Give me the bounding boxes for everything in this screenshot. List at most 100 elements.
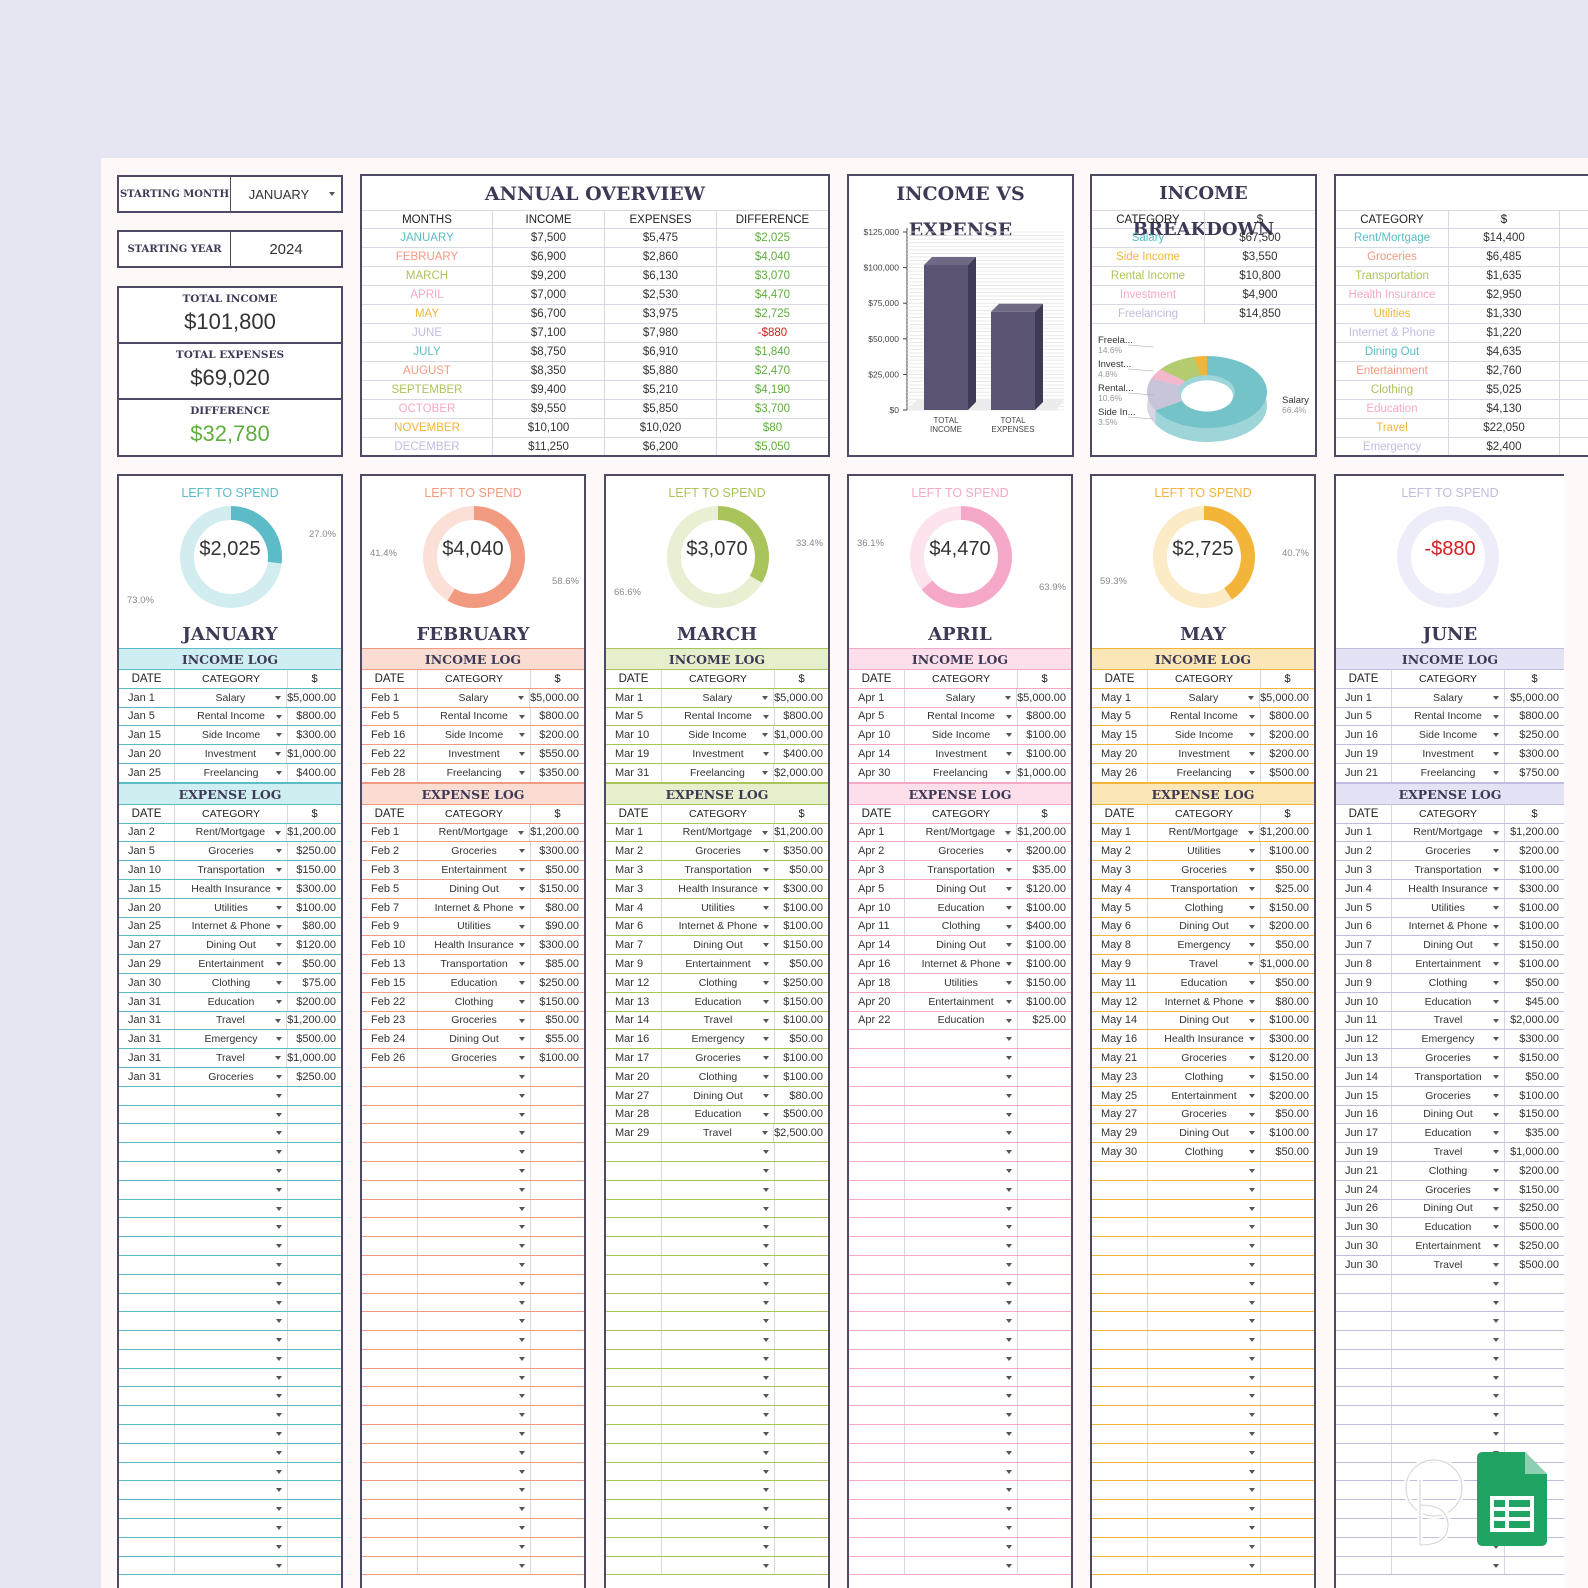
log-row[interactable] (119, 1180, 341, 1200)
log-amount[interactable] (1261, 1275, 1314, 1293)
log-date[interactable] (119, 1218, 175, 1237)
log-date[interactable]: Apr 5 (849, 707, 905, 726)
log-category-dropdown[interactable]: Internet & Phone (418, 898, 531, 917)
log-date[interactable]: Feb 2 (362, 842, 418, 861)
log-row[interactable]: Jun 3 Transportation $100.00 (1336, 861, 1564, 880)
log-category-dropdown[interactable]: Entertainment (175, 955, 288, 973)
log-row[interactable]: Apr 16 Internet & Phone $100.00 (849, 955, 1071, 974)
log-row[interactable]: Feb 5 Rental Income $800.00 (362, 707, 584, 727)
log-date[interactable]: Feb 16 (362, 726, 418, 745)
log-row[interactable]: May 8 Emergency $50.00 (1092, 936, 1314, 956)
log-category-dropdown[interactable] (905, 1143, 1018, 1161)
log-category-dropdown[interactable]: Investment (1148, 745, 1261, 763)
log-date[interactable] (362, 1237, 418, 1255)
log-date[interactable]: May 8 (1092, 936, 1148, 955)
log-date[interactable] (849, 1049, 905, 1067)
log-category-dropdown[interactable]: Rent/Mortgage (905, 823, 1018, 842)
log-date[interactable] (849, 1143, 905, 1161)
log-amount[interactable] (1018, 1500, 1071, 1518)
log-category-dropdown[interactable] (175, 1143, 288, 1161)
log-amount[interactable]: $80.00 (531, 899, 584, 917)
log-row[interactable] (1092, 1500, 1314, 1520)
log-amount[interactable]: $1,200.00 (1017, 824, 1071, 842)
log-row[interactable] (849, 1086, 1071, 1106)
log-row[interactable]: May 3 Groceries $50.00 (1092, 861, 1314, 880)
log-amount[interactable]: $35.00 (1018, 861, 1071, 879)
log-amount[interactable]: $100.00 (775, 899, 828, 917)
log-date[interactable]: Jun 5 (1336, 707, 1392, 726)
log-row[interactable] (849, 1255, 1071, 1275)
log-amount[interactable] (1505, 1350, 1564, 1368)
log-category-dropdown[interactable] (175, 1331, 288, 1349)
log-amount[interactable]: $350.00 (531, 764, 584, 782)
log-date[interactable]: Feb 9 (362, 917, 418, 936)
log-row[interactable] (1336, 1368, 1564, 1388)
log-date[interactable] (606, 1537, 662, 1556)
log-amount[interactable]: $150.00 (531, 880, 584, 898)
log-category-dropdown[interactable]: Side Income (1392, 726, 1505, 745)
log-amount[interactable] (1261, 1200, 1314, 1218)
log-row[interactable]: Apr 1 Salary $5,000.00 (849, 688, 1071, 708)
log-row[interactable]: Mar 12 Clothing $250.00 (606, 973, 828, 993)
log-date[interactable]: Feb 1 (362, 823, 418, 842)
log-row[interactable] (362, 1443, 584, 1463)
log-amount[interactable]: $350.00 (775, 842, 828, 860)
log-row[interactable] (1092, 1387, 1314, 1407)
log-date[interactable] (362, 1481, 418, 1500)
log-category-dropdown[interactable]: Travel (175, 1049, 288, 1067)
log-date[interactable] (119, 1199, 175, 1218)
log-amount[interactable] (288, 1500, 341, 1518)
log-category-dropdown[interactable] (1148, 1500, 1261, 1519)
log-date[interactable]: May 16 (1092, 1030, 1148, 1049)
log-category-dropdown[interactable] (905, 1237, 1018, 1255)
log-category-dropdown[interactable]: Clothing (1392, 973, 1505, 992)
log-date[interactable]: Mar 12 (606, 973, 662, 992)
log-amount[interactable] (1018, 1162, 1071, 1180)
log-date[interactable]: May 29 (1092, 1124, 1148, 1143)
log-row[interactable]: Mar 27 Dining Out $80.00 (606, 1086, 828, 1106)
log-category-dropdown[interactable] (1392, 1331, 1505, 1349)
log-row[interactable]: Jan 31 Emergency $500.00 (119, 1030, 341, 1050)
log-row[interactable] (362, 1481, 584, 1501)
log-date[interactable]: Feb 5 (362, 707, 418, 726)
log-category-dropdown[interactable]: Education (905, 1011, 1018, 1030)
log-row[interactable]: Mar 9 Entertainment $50.00 (606, 955, 828, 974)
log-amount[interactable]: $300.00 (531, 936, 584, 954)
log-amount[interactable] (1261, 1312, 1314, 1330)
log-date[interactable] (119, 1537, 175, 1556)
log-date[interactable] (362, 1086, 418, 1105)
log-amount[interactable]: $150.00 (1505, 1106, 1564, 1124)
log-amount[interactable] (1018, 1406, 1071, 1424)
log-row[interactable]: Jun 30 Education $500.00 (1336, 1218, 1564, 1238)
log-date[interactable]: Apr 10 (849, 726, 905, 745)
log-row[interactable]: May 30 Clothing $50.00 (1092, 1143, 1314, 1162)
log-category-dropdown[interactable] (662, 1199, 775, 1218)
log-date[interactable]: Feb 22 (362, 745, 418, 763)
log-date[interactable]: Jan 5 (119, 707, 175, 726)
log-amount[interactable] (775, 1275, 828, 1293)
log-date[interactable] (849, 1462, 905, 1481)
log-date[interactable] (849, 1537, 905, 1556)
log-category-dropdown[interactable]: Groceries (418, 842, 531, 861)
log-row[interactable] (362, 1255, 584, 1275)
log-amount[interactable]: $300.00 (531, 842, 584, 860)
log-amount[interactable] (775, 1350, 828, 1368)
log-row[interactable]: Apr 30 Freelancing $1,000.00 (849, 763, 1071, 783)
log-amount[interactable] (1261, 1218, 1314, 1236)
log-amount[interactable] (531, 1387, 584, 1405)
log-amount[interactable]: $1,000.00 (1017, 764, 1071, 782)
log-category-dropdown[interactable]: Education (662, 1105, 775, 1124)
log-date[interactable] (1092, 1349, 1148, 1368)
log-date[interactable] (1092, 1218, 1148, 1237)
log-row[interactable]: May 1 Salary $5,000.00 (1092, 688, 1314, 708)
log-category-dropdown[interactable]: Freelancing (418, 763, 531, 782)
log-amount[interactable]: $1,000.00 (287, 1049, 341, 1067)
log-amount[interactable] (1261, 1444, 1314, 1462)
log-category-dropdown[interactable]: Education (1148, 973, 1261, 992)
log-category-dropdown[interactable]: Salary (418, 688, 531, 707)
log-row[interactable] (1092, 1537, 1314, 1557)
log-amount[interactable]: $100.00 (1505, 918, 1564, 936)
log-date[interactable] (362, 1067, 418, 1086)
log-category-dropdown[interactable]: Groceries (175, 1067, 288, 1086)
log-amount[interactable]: $50.00 (531, 861, 584, 879)
